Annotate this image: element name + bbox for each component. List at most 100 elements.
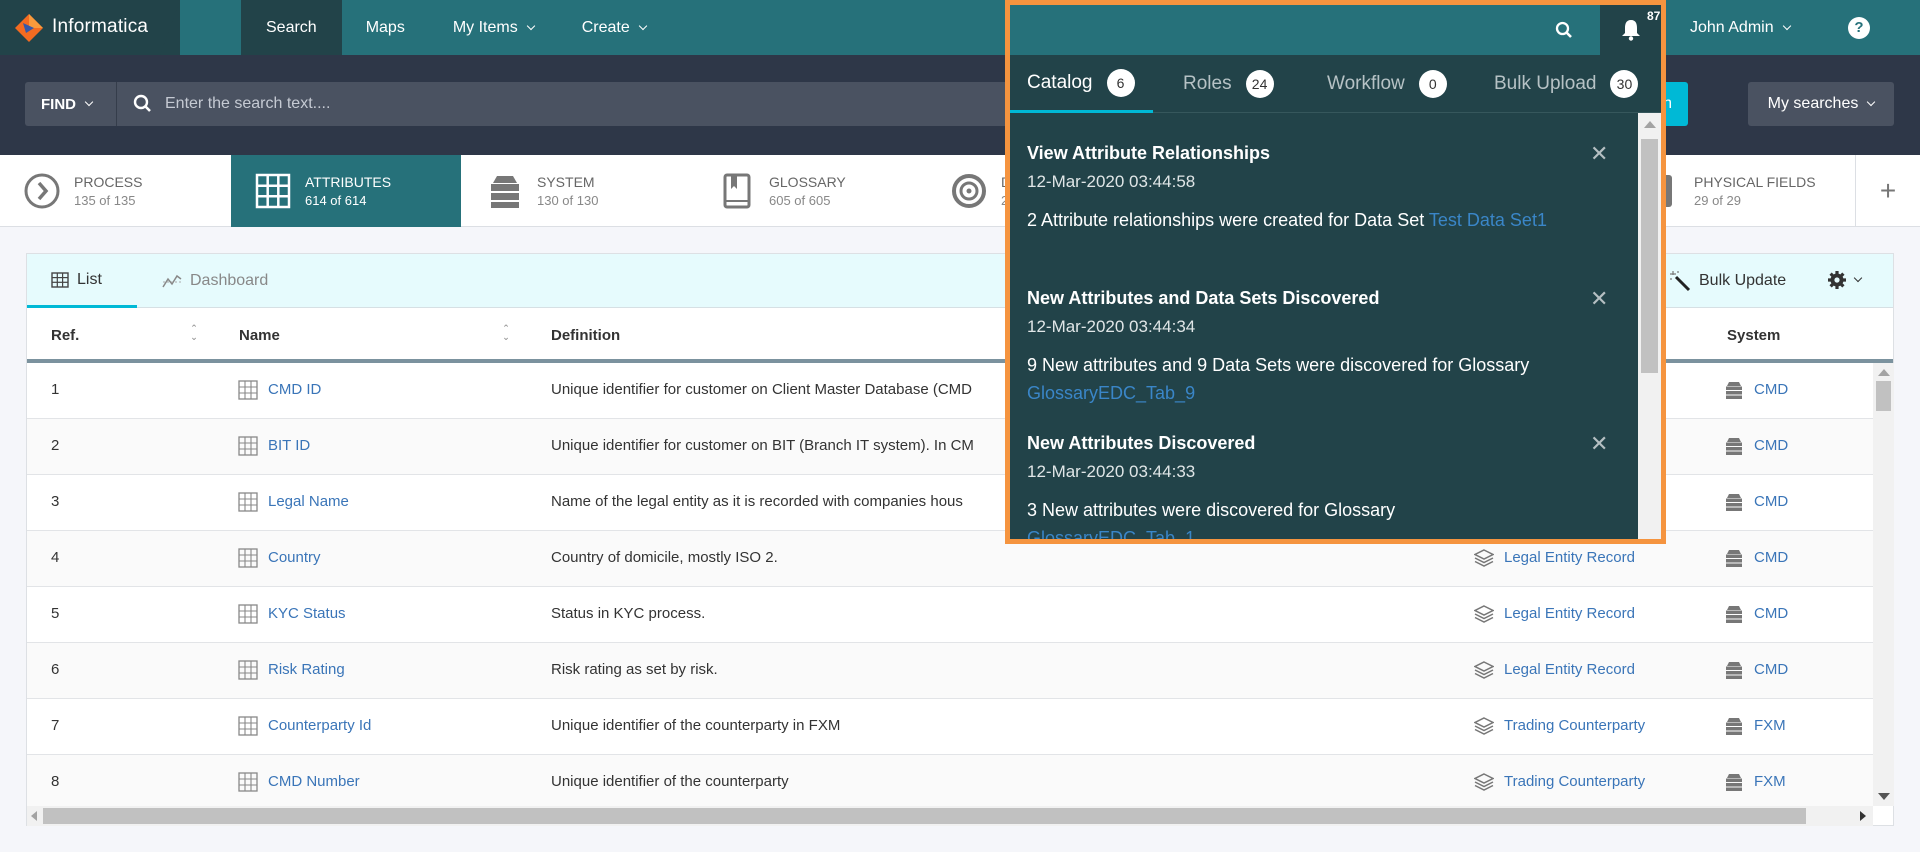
cell-system-link[interactable]: CMD [1754, 605, 1788, 622]
scroll-right-arrow-icon[interactable] [1860, 811, 1866, 821]
scroll-up-arrow-icon[interactable] [1878, 369, 1890, 376]
close-icon[interactable]: ✕ [1590, 431, 1608, 457]
sort-icon[interactable]: ⌃ ⌄ [501, 324, 511, 344]
user-menu[interactable]: John Admin [1690, 0, 1791, 55]
find-dropdown[interactable]: FIND [25, 82, 117, 126]
cell-dataset-link[interactable]: Trading Counterparty [1504, 773, 1645, 790]
help-icon[interactable]: ? [1848, 17, 1870, 39]
count-badge: 6 [1106, 68, 1135, 97]
category-label: ATTRIBUTES [305, 174, 392, 190]
sort-icon[interactable]: ⌃ ⌄ [189, 324, 199, 344]
cell-ref: 4 [51, 549, 60, 566]
book-icon [723, 173, 751, 209]
close-icon[interactable]: ✕ [1590, 141, 1608, 167]
tab-catalog[interactable]: Catalog 6 [1010, 55, 1153, 113]
notification-link[interactable]: GlossaryEDC_Tab_1 [1027, 528, 1195, 539]
tab-dashboard-label: Dashboard [190, 272, 269, 289]
server-icon [1724, 660, 1744, 680]
cell-dataset-link[interactable]: Trading Counterparty [1504, 717, 1645, 734]
notifications-button[interactable]: 87 [1600, 5, 1661, 55]
cell-name-link[interactable]: CMD ID [268, 381, 321, 398]
table-row[interactable]: 5 KYC Status Status in KYC process. Legal E… [27, 587, 1873, 643]
tab-list[interactable]: List [27, 254, 137, 308]
close-icon[interactable]: ✕ [1590, 286, 1608, 312]
cell-dataset-link[interactable]: Legal Entity Record [1504, 605, 1635, 622]
category-glossary[interactable]: GLOSSARY 605 of 605 [695, 155, 925, 227]
attribute-icon [238, 716, 258, 736]
cell-system-link[interactable]: CMD [1754, 437, 1788, 454]
vertical-scrollbar[interactable] [1873, 363, 1894, 806]
find-label: FIND [41, 95, 76, 113]
horizontal-scroll-thumb[interactable] [43, 808, 1806, 824]
gear-icon [1828, 271, 1846, 289]
cell-name-link[interactable]: Risk Rating [268, 661, 345, 678]
attribute-icon [238, 492, 258, 512]
category-label: PHYSICAL FIELDS [1694, 174, 1816, 190]
category-attributes[interactable]: ATTRIBUTES 614 of 614 [231, 155, 461, 227]
search-icon[interactable] [1555, 21, 1573, 39]
notification-title: New Attributes Discovered [1027, 433, 1256, 453]
cell-definition: Unique identifier for customer on BIT (B… [551, 437, 974, 454]
column-name[interactable]: Name [239, 327, 280, 344]
tab-bulk-upload[interactable]: Bulk Upload 30 [1494, 55, 1639, 113]
column-system[interactable]: System [1727, 327, 1780, 344]
cell-ref: 8 [51, 773, 60, 790]
nav-search-label: Search [266, 19, 317, 36]
cell-system-link[interactable]: FXM [1754, 773, 1786, 790]
cell-name-link[interactable]: Country [268, 549, 321, 566]
table-row[interactable]: 6 Risk Rating Risk rating as set by risk. L… [27, 643, 1873, 699]
notification-link[interactable]: Test Data Set1 [1429, 210, 1547, 230]
notification-link[interactable]: GlossaryEDC_Tab_9 [1027, 383, 1195, 403]
cell-system-link[interactable]: CMD [1754, 549, 1788, 566]
cell-definition: Name of the legal entity as it is record… [551, 493, 963, 510]
category-system[interactable]: SYSTEM 130 of 130 [463, 155, 693, 227]
add-category-button[interactable]: + [1855, 155, 1920, 227]
tab-workflow[interactable]: Workflow 0 [1327, 55, 1447, 113]
tab-list-label: List [77, 270, 102, 288]
notification-text: 9 New attributes and 9 Data Sets were di… [1027, 355, 1530, 375]
cell-dataset-link[interactable]: Legal Entity Record [1504, 549, 1635, 566]
tab-dashboard[interactable]: Dashboard [162, 254, 268, 308]
cell-system-link[interactable]: FXM [1754, 717, 1786, 734]
horizontal-scrollbar[interactable] [27, 806, 1873, 826]
attribute-icon [238, 548, 258, 568]
vertical-scroll-thumb[interactable] [1876, 381, 1891, 411]
cell-name-link[interactable]: KYC Status [268, 605, 346, 622]
table-row[interactable]: 7 Counterparty Id Unique identifier of the… [27, 699, 1873, 755]
column-ref[interactable]: Ref. [51, 327, 79, 344]
server-icon [1724, 716, 1744, 736]
category-count: 605 of 605 [769, 193, 831, 208]
notification-tabs: Catalog 6 Roles 24 Workflow 0 Bulk Upload 30 [1010, 55, 1661, 113]
cell-ref: 1 [51, 381, 60, 398]
column-definition[interactable]: Definition [551, 327, 620, 344]
my-searches-dropdown[interactable]: My searches [1748, 82, 1894, 126]
layers-icon [1473, 660, 1495, 680]
table-row[interactable]: 8 CMD Number Unique identifier of the coun… [27, 755, 1873, 806]
nav-search[interactable]: Search [241, 0, 342, 55]
scroll-left-arrow-icon[interactable] [31, 811, 37, 821]
cell-system-link[interactable]: CMD [1754, 661, 1788, 678]
notification-scrollbar[interactable] [1638, 113, 1661, 539]
cell-system-link[interactable]: CMD [1754, 493, 1788, 510]
category-label: PROCESS [74, 174, 143, 190]
notification-date: 12-Mar-2020 03:44:58 [1027, 172, 1196, 191]
cell-system-link[interactable]: CMD [1754, 381, 1788, 398]
nav-maps[interactable]: Maps [342, 0, 429, 55]
tab-label: Bulk Upload [1494, 73, 1597, 94]
category-process[interactable]: PROCESS 135 of 135 [0, 155, 230, 227]
settings-dropdown[interactable] [1827, 270, 1863, 290]
nav-my-items[interactable]: My Items [429, 0, 558, 55]
cell-name-link[interactable]: Legal Name [268, 493, 349, 510]
nav-create[interactable]: Create [558, 0, 670, 55]
cell-name-link[interactable]: CMD Number [268, 773, 360, 790]
cell-dataset-link[interactable]: Legal Entity Record [1504, 661, 1635, 678]
scroll-up-arrow-icon[interactable] [1644, 121, 1656, 128]
cell-name-link[interactable]: BIT ID [268, 437, 310, 454]
bulk-update-label: Bulk Update [1699, 272, 1787, 289]
notification-scroll-thumb[interactable] [1641, 139, 1658, 373]
tab-roles[interactable]: Roles 24 [1183, 55, 1274, 113]
cell-name-link[interactable]: Counterparty Id [268, 717, 371, 734]
scroll-down-arrow-icon[interactable] [1878, 793, 1890, 800]
bulk-update-button[interactable]: Bulk Update [1669, 254, 1786, 308]
tab-label: Catalog [1027, 71, 1093, 93]
